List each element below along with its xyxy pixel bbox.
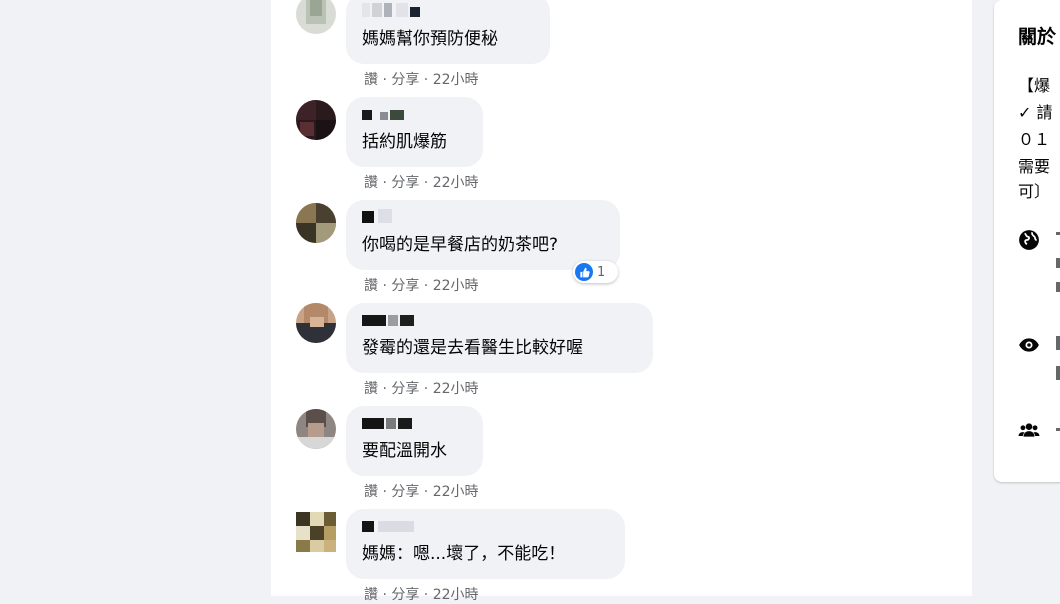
comment-text: 括約肌爆筋: [362, 132, 447, 152]
avatar[interactable]: [296, 203, 336, 243]
avatar[interactable]: [296, 409, 336, 449]
about-title: 關於: [1018, 26, 1057, 48]
comment-text: 發霉的還是去看醫生比較好喔: [362, 338, 583, 358]
globe-icon: [1018, 229, 1040, 251]
comment-bubble: 媽媽：嗯...壞了，不能吃！: [346, 509, 625, 579]
comment-actions[interactable]: 讚 · 分享 · 22小時: [364, 69, 479, 89]
about-card: 關於 【爆 ✓ 請 ０１ 需要 可〕: [994, 0, 1060, 482]
avatar[interactable]: [296, 303, 336, 343]
comment-bubble: 你喝的是早餐店的奶茶吧?: [346, 200, 620, 270]
about-text-line: ✓ 請: [1018, 103, 1053, 122]
comment-bubble: 發霉的還是去看醫生比較好喔: [346, 303, 653, 373]
reaction-count[interactable]: 1: [573, 261, 618, 283]
eye-icon: [1018, 334, 1040, 356]
about-text-line: ０１: [1018, 130, 1051, 149]
people-icon: [1018, 419, 1040, 441]
comment-bubble: 括約肌爆筋: [346, 97, 483, 167]
comment-text: 媽媽幫你預防便秘: [362, 29, 498, 49]
comment-feed: 媽媽幫你預防便秘 讚 · 分享 · 22小時 括約肌爆筋 讚 · 分享 · 22…: [271, 0, 972, 603]
reaction-count-value: 1: [597, 264, 606, 280]
about-text-line: 可〕: [1018, 182, 1051, 201]
comment-actions[interactable]: 讚 · 分享 · 22小時: [364, 584, 479, 604]
thumbs-up-icon: [575, 263, 593, 281]
comment-actions[interactable]: 讚 · 分享 · 22小時: [364, 172, 479, 192]
comment-actions[interactable]: 讚 · 分享 · 22小時: [364, 481, 479, 501]
comment-text: 媽媽：嗯...壞了，不能吃！: [362, 544, 566, 564]
comment-bubble: 媽媽幫你預防便秘: [346, 0, 550, 64]
about-text-line: 【爆: [1018, 76, 1051, 95]
avatar[interactable]: [296, 100, 336, 140]
comment-text: 要配溫開水: [362, 441, 447, 461]
about-text-line: 需要: [1018, 157, 1051, 176]
comment-bubble: 要配溫開水: [346, 406, 483, 476]
avatar[interactable]: [296, 0, 336, 34]
comment-actions[interactable]: 讚 · 分享 · 22小時: [364, 275, 479, 295]
comment-text: 你喝的是早餐店的奶茶吧?: [362, 235, 559, 255]
avatar[interactable]: [296, 512, 336, 552]
comment-actions[interactable]: 讚 · 分享 · 22小時: [364, 378, 479, 398]
